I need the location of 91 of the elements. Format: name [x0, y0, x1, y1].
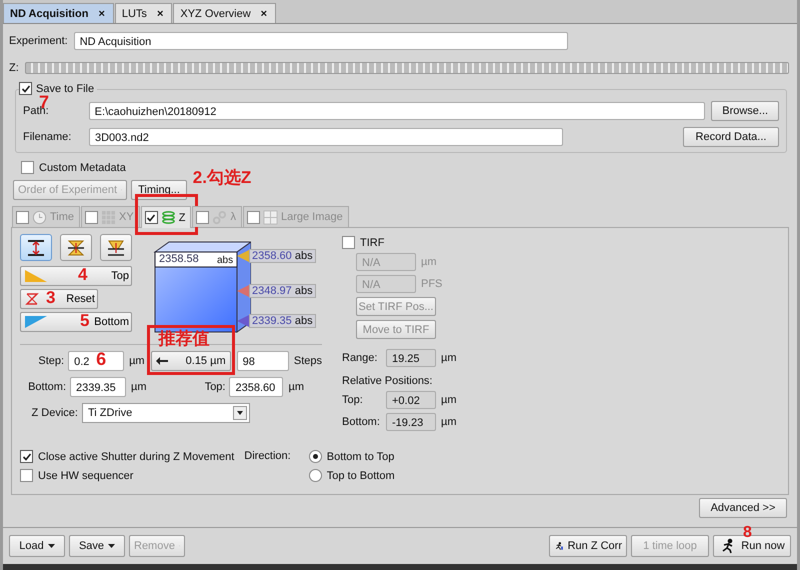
unit-label: µm	[441, 394, 457, 406]
bottom-field[interactable]: 2339.35	[70, 377, 126, 397]
bottom-label: Bottom:	[27, 381, 66, 393]
relative-position-label: Top:	[342, 394, 364, 406]
annotation-number: 5	[80, 311, 90, 331]
top-label: Top:	[204, 381, 226, 393]
range-field: 19.25	[386, 349, 436, 367]
direction-label: Direction:	[244, 450, 291, 464]
direction-option-label: Bottom to Top	[326, 450, 394, 462]
caret-icon	[233, 406, 247, 420]
direction-radio[interactable]	[308, 450, 322, 463]
step-label: Step:	[37, 355, 64, 367]
direction-radio[interactable]	[308, 469, 322, 482]
dropdown-button[interactable]: Load	[9, 535, 65, 557]
position-marker: 2358.60 abs	[249, 249, 316, 263]
annotation-label: 2.勾选Z	[192, 167, 252, 189]
close-icon[interactable]: ×	[98, 8, 105, 20]
range-label: Range:	[342, 352, 378, 364]
suggested-step-button[interactable]: 0.15 µm	[150, 351, 231, 371]
annotation-number: 6	[96, 349, 106, 370]
wedge-icon	[25, 316, 47, 328]
caret-icon	[48, 544, 55, 548]
advanced-button[interactable]: Advanced >>	[699, 498, 787, 518]
browse-button[interactable]: Browse...	[711, 101, 780, 121]
dimension-tab[interactable]: Z	[140, 206, 192, 228]
experiment-field[interactable]: ND Acquisition	[74, 32, 568, 50]
wedge-icon	[25, 270, 47, 282]
tab-label[interactable]: LUTs	[122, 8, 147, 20]
option-label: Close active Shutter during Z Movement	[38, 450, 234, 462]
tirf-checkbox[interactable]	[342, 236, 355, 249]
document-tab[interactable]: LUTs ×	[114, 3, 172, 23]
run-button[interactable]: Run Z Corr	[549, 535, 627, 557]
tiles-icon	[262, 210, 278, 224]
layers-icon	[160, 210, 176, 225]
unit-label: µm	[288, 381, 304, 393]
option-checkbox[interactable]	[20, 469, 33, 482]
filename-field[interactable]: 3D003.nd2	[89, 128, 563, 146]
tab-label[interactable]: Z	[178, 212, 186, 224]
asymmetric-icon	[106, 238, 126, 256]
steps-label: Steps	[294, 355, 322, 367]
caret-icon	[108, 544, 116, 548]
save-to-file-label: Save to File	[36, 82, 94, 94]
custom-metadata-label: Custom Metadata	[39, 162, 126, 174]
z-label: Z:	[9, 62, 19, 74]
clock-icon	[32, 210, 47, 224]
unit-label: µm	[441, 416, 457, 428]
unit-label: µm	[421, 256, 437, 268]
position-marker: 2348.97 abs	[249, 284, 316, 298]
annotation-number: 3	[46, 288, 56, 308]
dropdown-button[interactable]: Save	[69, 535, 125, 557]
experiment-label: Experiment:	[9, 35, 68, 47]
path-field[interactable]: E:\caohuizhen\20180912	[88, 102, 706, 120]
direction-option-label: Top to Bottom	[326, 470, 395, 482]
close-icon[interactable]: ×	[260, 8, 268, 20]
close-icon[interactable]: ×	[156, 8, 164, 20]
custom-metadata-checkbox[interactable]	[21, 161, 34, 174]
z-device-dropdown[interactable]: Ti ZDrive	[82, 403, 250, 423]
unit-label: abs	[217, 255, 234, 266]
option-checkbox[interactable]	[20, 450, 33, 463]
tirf-label: TIRF	[360, 236, 384, 248]
center-icon	[66, 238, 86, 256]
relative-position-label: Bottom:	[342, 416, 381, 428]
document-tab[interactable]: XYZ Overview ×	[173, 3, 276, 23]
tab-label[interactable]: ND Acquisition	[10, 8, 88, 20]
annotation-number: 4	[78, 265, 88, 285]
unit-label: µm	[129, 355, 145, 367]
top-field[interactable]: 2358.60	[229, 377, 284, 397]
path-label: Path:	[23, 105, 50, 117]
relative-position-field: -19.23	[386, 413, 436, 431]
current-position-label: 2358.58	[159, 253, 199, 265]
filename-label: Filename:	[23, 131, 72, 143]
record-data-button[interactable]: Record Data...	[683, 127, 779, 147]
z-device-label: Z Device:	[30, 407, 78, 419]
unit-label: µm	[131, 381, 147, 393]
relative-position-field: +0.02	[386, 391, 436, 409]
unit-label: µm	[441, 352, 457, 364]
annotation-label: 推荐值	[158, 328, 210, 350]
document-tab[interactable]: ND Acquisition ×	[3, 3, 114, 23]
arrow-left-icon	[156, 357, 168, 365]
save-checkbox[interactable]	[19, 82, 32, 95]
steps-field[interactable]: 98	[236, 351, 289, 371]
option-label: Use HW sequencer	[38, 470, 134, 482]
reset-icon	[25, 292, 39, 306]
z-mode-button[interactable]	[100, 234, 132, 261]
tab-label[interactable]: XYZ Overview	[180, 8, 251, 20]
dimension-checkbox[interactable]	[144, 211, 158, 224]
position-marker: 2339.35 abs	[249, 314, 316, 328]
range-icon	[26, 238, 46, 256]
relative-positions-label: Relative Positions:	[342, 375, 434, 387]
pfs-label: PFS	[421, 278, 442, 290]
z-mode-button[interactable]	[20, 234, 52, 261]
